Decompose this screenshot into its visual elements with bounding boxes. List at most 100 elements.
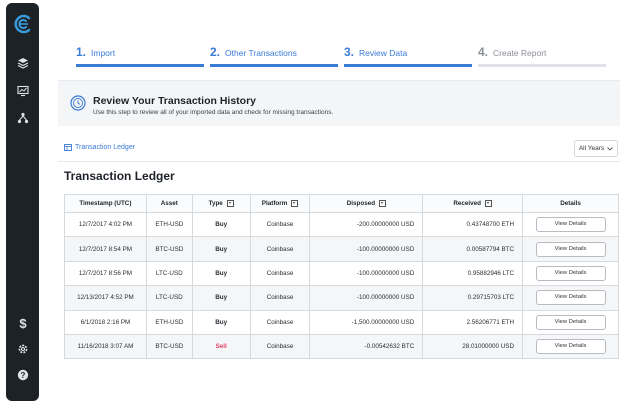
view-details-button[interactable]: View Details bbox=[535, 314, 606, 330]
cell-received: 0.29715703 LTC bbox=[422, 285, 524, 311]
cell-platform: Coinbase bbox=[249, 309, 311, 335]
filter-dropdown-icon[interactable] bbox=[484, 199, 492, 207]
cell-platform: Coinbase bbox=[249, 211, 311, 238]
column-header: Asset bbox=[145, 194, 193, 213]
step-label: Create Report bbox=[493, 48, 547, 58]
main-content: 1. Import 2. Other Transactions 3. Review D… bbox=[58, 0, 620, 404]
view-details-button[interactable]: View Details bbox=[535, 290, 606, 306]
year-filter-value: All Years bbox=[578, 145, 605, 152]
svg-text:$: $ bbox=[19, 316, 27, 330]
cell-disposed: -200.00000000 USD bbox=[309, 211, 424, 238]
review-title: Review Your Transaction History bbox=[93, 95, 256, 107]
cell-details: View Details bbox=[522, 236, 619, 262]
table-row: 12/7/2017 8:54 PM BTC-USD Buy Coinbase -… bbox=[64, 236, 619, 262]
table-row: 12/13/2017 4:52 PM LTC-USD Buy Coinbase … bbox=[64, 285, 619, 311]
chevron-down-icon bbox=[607, 146, 613, 151]
column-header: Disposed bbox=[309, 194, 424, 213]
cell-platform: Coinbase bbox=[249, 333, 311, 360]
column-label: Timestamp (UTC) bbox=[79, 200, 132, 207]
cell-details: View Details bbox=[522, 260, 619, 287]
ledger-icon bbox=[64, 144, 72, 151]
cell-details: View Details bbox=[522, 211, 619, 238]
step-label: Import bbox=[91, 48, 116, 58]
cell-timestamp: 6/1/2018 2:16 PM bbox=[64, 309, 147, 335]
view-details-button[interactable]: View Details bbox=[535, 265, 606, 281]
ledger-title: Transaction Ledger bbox=[64, 169, 175, 183]
cell-type: Buy bbox=[191, 236, 251, 262]
cell-disposed: -100.00000000 USD bbox=[309, 260, 424, 287]
svg-text:?: ? bbox=[20, 371, 25, 380]
table-header-row: Timestamp (UTC) Asset Type Platform Disp… bbox=[64, 194, 619, 213]
tab-label: Transaction Ledger bbox=[75, 144, 136, 151]
step-bar bbox=[210, 64, 338, 67]
cell-details: View Details bbox=[522, 333, 619, 360]
table-row: 12/7/2017 4:02 PM ETH-USD Buy Coinbase -… bbox=[64, 211, 619, 238]
progress-steps: 1. Import 2. Other Transactions 3. Review D… bbox=[76, 43, 606, 67]
step-number: 4. bbox=[478, 45, 489, 59]
cell-timestamp: 11/16/2018 3:07 AM bbox=[64, 333, 147, 360]
cell-received: 0.95882946 LTC bbox=[422, 260, 524, 287]
view-details-button[interactable]: View Details bbox=[535, 217, 606, 233]
review-subtitle: Use this step to review all of your impo… bbox=[93, 109, 334, 116]
dollar-icon[interactable]: $ bbox=[6, 316, 39, 330]
column-header: Type bbox=[191, 194, 251, 213]
view-details-button[interactable]: View Details bbox=[535, 339, 606, 355]
tab-transaction-ledger[interactable]: Transaction Ledger bbox=[64, 144, 135, 151]
table-row: 11/16/2018 3:07 AM BTC-USD Sell Coinbase… bbox=[64, 333, 619, 360]
cell-platform: Coinbase bbox=[249, 285, 311, 311]
step-other-transactions[interactable]: 2. Other Transactions bbox=[210, 43, 338, 67]
review-header: Review Your Transaction History Use this… bbox=[58, 80, 620, 126]
step-import[interactable]: 1. Import bbox=[76, 43, 204, 67]
cell-received: 2.56206771 ETH bbox=[422, 309, 524, 335]
column-label: Disposed bbox=[346, 200, 376, 208]
step-bar bbox=[76, 64, 204, 67]
chart-monitor-icon[interactable] bbox=[6, 85, 39, 97]
step-label: Other Transactions bbox=[225, 48, 297, 58]
cell-disposed: -100.00000000 USD bbox=[309, 236, 424, 262]
cell-received: 0.43748700 ETH bbox=[422, 211, 524, 238]
cell-timestamp: 12/13/2017 4:52 PM bbox=[64, 285, 147, 311]
step-bar bbox=[478, 64, 606, 67]
cell-asset: BTC-USD bbox=[145, 333, 193, 360]
cell-details: View Details bbox=[522, 309, 619, 335]
column-label: Type bbox=[208, 200, 223, 208]
cell-received: 0.00587794 BTC bbox=[422, 236, 524, 262]
network-icon[interactable] bbox=[6, 112, 39, 124]
cell-platform: Coinbase bbox=[249, 260, 311, 287]
cell-type: Buy bbox=[191, 211, 251, 238]
filter-dropdown-icon[interactable] bbox=[226, 199, 234, 207]
step-bar bbox=[344, 64, 472, 67]
column-header: Timestamp (UTC) bbox=[64, 194, 147, 213]
cell-disposed: -0.00542632 BTC bbox=[309, 333, 424, 360]
layers-icon[interactable] bbox=[6, 57, 39, 69]
cell-disposed: -100.00000000 USD bbox=[309, 285, 424, 311]
column-label: Details bbox=[560, 200, 581, 207]
column-header: Platform bbox=[249, 194, 311, 213]
logo-icon[interactable] bbox=[6, 13, 39, 35]
year-filter-select[interactable]: All Years bbox=[574, 140, 618, 157]
step-review-data[interactable]: 3. Review Data bbox=[344, 43, 472, 67]
cell-type: Sell bbox=[191, 333, 251, 360]
cell-asset: BTC-USD bbox=[145, 236, 193, 262]
column-label: Platform bbox=[261, 200, 288, 208]
table-row: 6/1/2018 2:16 PM ETH-USD Buy Coinbase -1… bbox=[64, 309, 619, 335]
cell-details: View Details bbox=[522, 285, 619, 311]
step-number: 1. bbox=[76, 45, 87, 59]
sidebar: $ ? bbox=[6, 3, 39, 401]
column-label: Received bbox=[453, 200, 481, 208]
cell-type: Buy bbox=[191, 260, 251, 287]
cell-timestamp: 12/7/2017 8:54 PM bbox=[64, 236, 147, 262]
gear-icon[interactable] bbox=[6, 343, 39, 355]
filter-dropdown-icon[interactable] bbox=[379, 199, 387, 207]
step-create-report[interactable]: 4. Create Report bbox=[478, 43, 606, 67]
ledger-tabs: Transaction Ledger All Years bbox=[58, 138, 620, 162]
step-number: 3. bbox=[344, 45, 355, 59]
cell-type: Buy bbox=[191, 285, 251, 311]
cell-disposed: -1,500.00000000 USD bbox=[309, 309, 424, 335]
cell-timestamp: 12/7/2017 8:56 PM bbox=[64, 260, 147, 287]
column-label: Asset bbox=[160, 200, 178, 207]
view-details-button[interactable]: View Details bbox=[535, 241, 606, 257]
filter-dropdown-icon[interactable] bbox=[291, 199, 299, 207]
transaction-table: Timestamp (UTC) Asset Type Platform Disp… bbox=[64, 194, 619, 360]
help-icon[interactable]: ? bbox=[6, 369, 39, 381]
